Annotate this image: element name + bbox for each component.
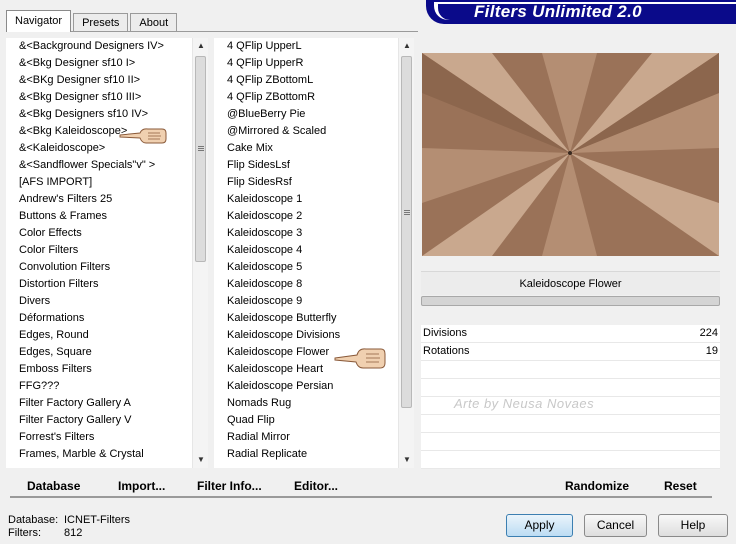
editor-button[interactable]: Editor... <box>294 478 338 494</box>
reset-button[interactable]: Reset <box>664 478 697 494</box>
filter-scrollbar[interactable]: ▲ ▼ <box>398 38 414 468</box>
category-item[interactable]: &<Sandflower Specials"v" > <box>6 157 192 174</box>
database-label: Database: <box>8 514 59 526</box>
category-list[interactable]: &<Background Designers IV> &<Bkg Designer… <box>6 38 208 468</box>
category-item[interactable]: Filter Factory Gallery V <box>6 412 192 429</box>
category-item[interactable]: Edges, Round <box>6 327 192 344</box>
filter-item[interactable]: Flip SidesRsf <box>214 174 398 191</box>
filter-item[interactable]: Kaleidoscope Persian <box>214 378 398 395</box>
tab-about[interactable]: About <box>130 13 178 32</box>
category-item[interactable]: Emboss Filters <box>6 361 192 378</box>
selected-filter-name: Kaleidoscope Flower <box>421 271 720 295</box>
banner-title: Filters Unlimited 2.0 <box>474 2 642 21</box>
database-button[interactable]: Database <box>27 478 80 494</box>
filter-item[interactable]: Flip SidesLsf <box>214 157 398 174</box>
filter-item[interactable]: Kaleidoscope 9 <box>214 293 398 310</box>
filter-item[interactable]: 4 QFlip ZBottomL <box>214 72 398 89</box>
category-item[interactable]: [AFS IMPORT] <box>6 174 192 191</box>
title-banner: Filters Unlimited 2.0 <box>426 0 736 24</box>
filter-item[interactable]: Kaleidoscope Butterfly <box>214 310 398 327</box>
preview-image <box>422 53 719 256</box>
pointing-hand-icon <box>119 128 167 144</box>
filter-item[interactable]: Radial Replicate <box>214 446 398 463</box>
category-item[interactable]: &<Background Designers IV> <box>6 38 192 55</box>
category-item[interactable]: Buttons & Frames <box>6 208 192 225</box>
scroll-thumb[interactable] <box>401 56 412 408</box>
pointing-hand-icon <box>334 348 386 369</box>
filters-count-label: Filters: <box>8 527 41 539</box>
cancel-button[interactable]: Cancel <box>584 514 647 537</box>
category-item[interactable]: Distortion Filters <box>6 276 192 293</box>
category-item[interactable]: &<Bkg Designer sf10 III> <box>6 89 192 106</box>
filter-item[interactable]: Kaleidoscope 1 <box>214 191 398 208</box>
setting-row-rotations[interactable]: Rotations 19 <box>421 343 720 361</box>
help-button[interactable]: Help <box>658 514 728 537</box>
filter-item[interactable]: Kaleidoscope 5 <box>214 259 398 276</box>
tab-navigator[interactable]: Navigator <box>6 10 72 32</box>
scroll-down-icon[interactable]: ▼ <box>399 452 414 468</box>
category-item[interactable]: FFG??? <box>6 378 192 395</box>
filter-item[interactable]: @BlueBerry Pie <box>214 106 398 123</box>
apply-button[interactable]: Apply <box>506 514 573 537</box>
category-item[interactable]: &<Bkg Designers sf10 IV> <box>6 106 192 123</box>
scroll-down-icon[interactable]: ▼ <box>193 452 208 468</box>
filter-item[interactable]: Kaleidoscope Divisions <box>214 327 398 344</box>
category-item[interactable]: Frames, Marble & Crystal <box>6 446 192 463</box>
filter-item[interactable]: Radial Mirror <box>214 429 398 446</box>
toolbar-divider <box>10 496 712 498</box>
filter-item[interactable]: Kaleidoscope 2 <box>214 208 398 225</box>
category-scrollbar[interactable]: ▲ ▼ <box>192 38 208 468</box>
filter-item[interactable]: Kaleidoscope 4 <box>214 242 398 259</box>
category-item[interactable]: Forrest's Filters <box>6 429 192 446</box>
filter-item[interactable]: Quad Flip <box>214 412 398 429</box>
tab-strip: Navigator Presets About <box>6 10 179 32</box>
filter-info-button[interactable]: Filter Info... <box>197 478 262 494</box>
category-item[interactable]: Convolution Filters <box>6 259 192 276</box>
category-item[interactable]: Edges, Square <box>6 344 192 361</box>
filter-item[interactable]: 4 QFlip ZBottomR <box>214 89 398 106</box>
scroll-up-icon[interactable]: ▲ <box>193 38 208 54</box>
filter-item[interactable]: Kaleidoscope 8 <box>214 276 398 293</box>
import-button[interactable]: Import... <box>118 478 165 494</box>
filter-item[interactable]: Nomads Rug <box>214 395 398 412</box>
category-item[interactable]: &<BKg Designer sf10 II> <box>6 72 192 89</box>
filter-item[interactable]: Kaleidoscope 3 <box>214 225 398 242</box>
filters-count-value: 812 <box>64 527 83 539</box>
filter-list[interactable]: 4 QFlip UpperL 4 QFlip UpperR 4 QFlip ZBot… <box>214 38 414 468</box>
category-item[interactable]: Color Filters <box>6 242 192 259</box>
category-item[interactable]: Filter Factory Gallery A <box>6 395 192 412</box>
scroll-thumb[interactable] <box>195 56 206 262</box>
category-item[interactable]: Divers <box>6 293 192 310</box>
category-item[interactable]: Andrew's Filters 25 <box>6 191 192 208</box>
filter-item[interactable]: 4 QFlip UpperR <box>214 55 398 72</box>
category-item[interactable]: &<Bkg Designer sf10 I> <box>6 55 192 72</box>
watermark: Arte by Neusa Novaes <box>454 396 595 411</box>
filter-slider[interactable] <box>421 296 720 306</box>
kaleidoscope-preview <box>422 53 719 256</box>
tab-presets[interactable]: Presets <box>73 13 129 32</box>
randomize-button[interactable]: Randomize <box>565 478 629 494</box>
scroll-up-icon[interactable]: ▲ <box>399 38 414 54</box>
filter-item[interactable]: @Mirrored & Scaled <box>214 123 398 140</box>
category-item[interactable]: Déformations <box>6 310 192 327</box>
category-item[interactable]: Color Effects <box>6 225 192 242</box>
filter-item[interactable]: 4 QFlip UpperL <box>214 38 398 55</box>
filter-item[interactable]: Cake Mix <box>214 140 398 157</box>
database-value: ICNET-Filters <box>64 514 130 526</box>
setting-row-divisions[interactable]: Divisions 224 <box>421 325 720 343</box>
